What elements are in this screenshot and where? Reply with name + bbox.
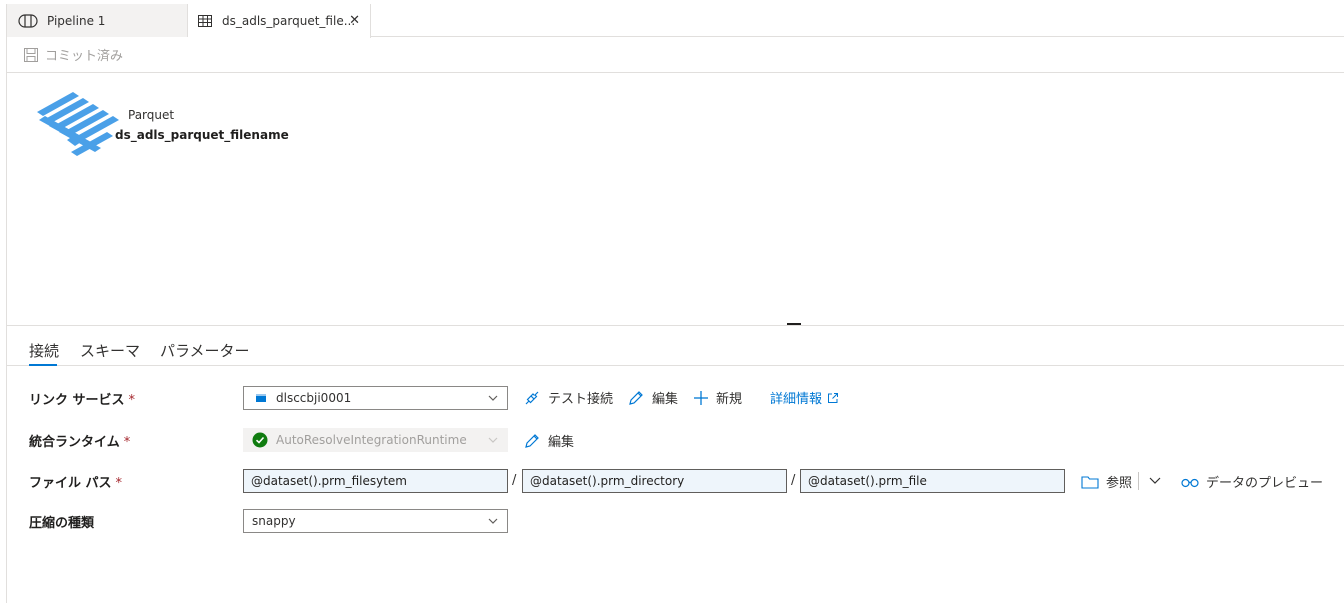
chevron-down-icon — [487, 392, 499, 407]
linked-service-new-button[interactable]: 新規 — [693, 388, 742, 407]
tab-pipeline[interactable]: Pipeline 1 — [7, 4, 188, 37]
linked-service-edit-button[interactable]: 編集 — [627, 388, 678, 407]
integration-runtime-label: 統合ランタイム * — [29, 435, 131, 450]
integration-runtime-edit-button[interactable]: 編集 — [523, 431, 574, 450]
compression-type-value: snappy — [252, 514, 296, 528]
test-connection-button[interactable]: テスト接続 — [523, 388, 613, 407]
external-link-icon — [827, 392, 839, 404]
pencil-icon — [523, 432, 541, 450]
path-separator: / — [791, 473, 796, 488]
dataset-type: Parquet — [128, 108, 175, 122]
path-separator: / — [512, 473, 517, 488]
compression-type-dropdown[interactable]: snappy — [243, 509, 508, 533]
chevron-down-icon — [487, 434, 499, 449]
pipeline-icon — [18, 13, 38, 28]
file-system-input[interactable]: @dataset().prm_filesytem — [243, 469, 508, 493]
property-tabs: 接続 スキーマ パラメーター — [7, 326, 1344, 366]
plus-icon — [693, 390, 709, 406]
linked-service-dropdown[interactable]: dlsccbji0001 — [243, 386, 508, 410]
folder-icon — [1081, 475, 1099, 489]
compression-type-label: 圧縮の種類 — [29, 516, 95, 531]
integration-runtime-dropdown[interactable]: AutoResolveIntegrationRuntime — [243, 428, 508, 452]
tab-dataset-label: ds_adls_parquet_file... — [222, 14, 356, 28]
tab-connection[interactable]: 接続 — [29, 340, 59, 361]
toolbar: コミット済み — [7, 37, 1344, 73]
storage-icon — [256, 394, 266, 402]
glasses-icon — [1181, 476, 1199, 488]
browse-options-button[interactable] — [1148, 473, 1162, 487]
details-link[interactable]: 詳細情報 — [770, 388, 839, 407]
tab-dataset[interactable]: ds_adls_parquet_file... ✕ — [188, 4, 371, 38]
commit-status-label: コミット済み — [45, 49, 124, 64]
linked-service-label: リンク サービス * — [29, 393, 136, 408]
save-icon — [23, 47, 39, 63]
active-tab-indicator — [29, 364, 57, 366]
parquet-icon — [37, 92, 119, 161]
integration-runtime-value: AutoResolveIntegrationRuntime — [276, 433, 467, 447]
chevron-down-icon — [1148, 473, 1162, 487]
tab-parameters[interactable]: パラメーター — [160, 340, 250, 361]
browse-button[interactable]: 参照 — [1081, 472, 1132, 491]
preview-data-button[interactable]: データのプレビュー — [1181, 472, 1323, 491]
check-circle-icon — [252, 432, 268, 448]
close-icon[interactable]: ✕ — [349, 13, 360, 28]
tab-schema[interactable]: スキーマ — [80, 340, 140, 361]
dataset-name: ds_adls_parquet_filename — [115, 128, 289, 142]
linked-service-value: dlsccbji0001 — [276, 391, 352, 405]
plug-icon — [523, 389, 541, 407]
chevron-down-icon — [487, 515, 499, 530]
file-name-input[interactable]: @dataset().prm_file — [800, 469, 1065, 493]
dataset-editor: Pipeline 1 ds_adls_parquet_file... ✕ コミッ… — [6, 4, 1344, 603]
tab-pipeline-label: Pipeline 1 — [47, 13, 106, 28]
directory-input[interactable]: @dataset().prm_directory — [522, 469, 787, 493]
splitter-handle[interactable] — [787, 323, 801, 325]
file-path-label: ファイル パス * — [29, 476, 123, 491]
tab-bar: Pipeline 1 ds_adls_parquet_file... ✕ — [7, 4, 1344, 38]
pencil-icon — [627, 389, 645, 407]
divider — [1138, 472, 1139, 490]
table-icon — [198, 15, 212, 27]
